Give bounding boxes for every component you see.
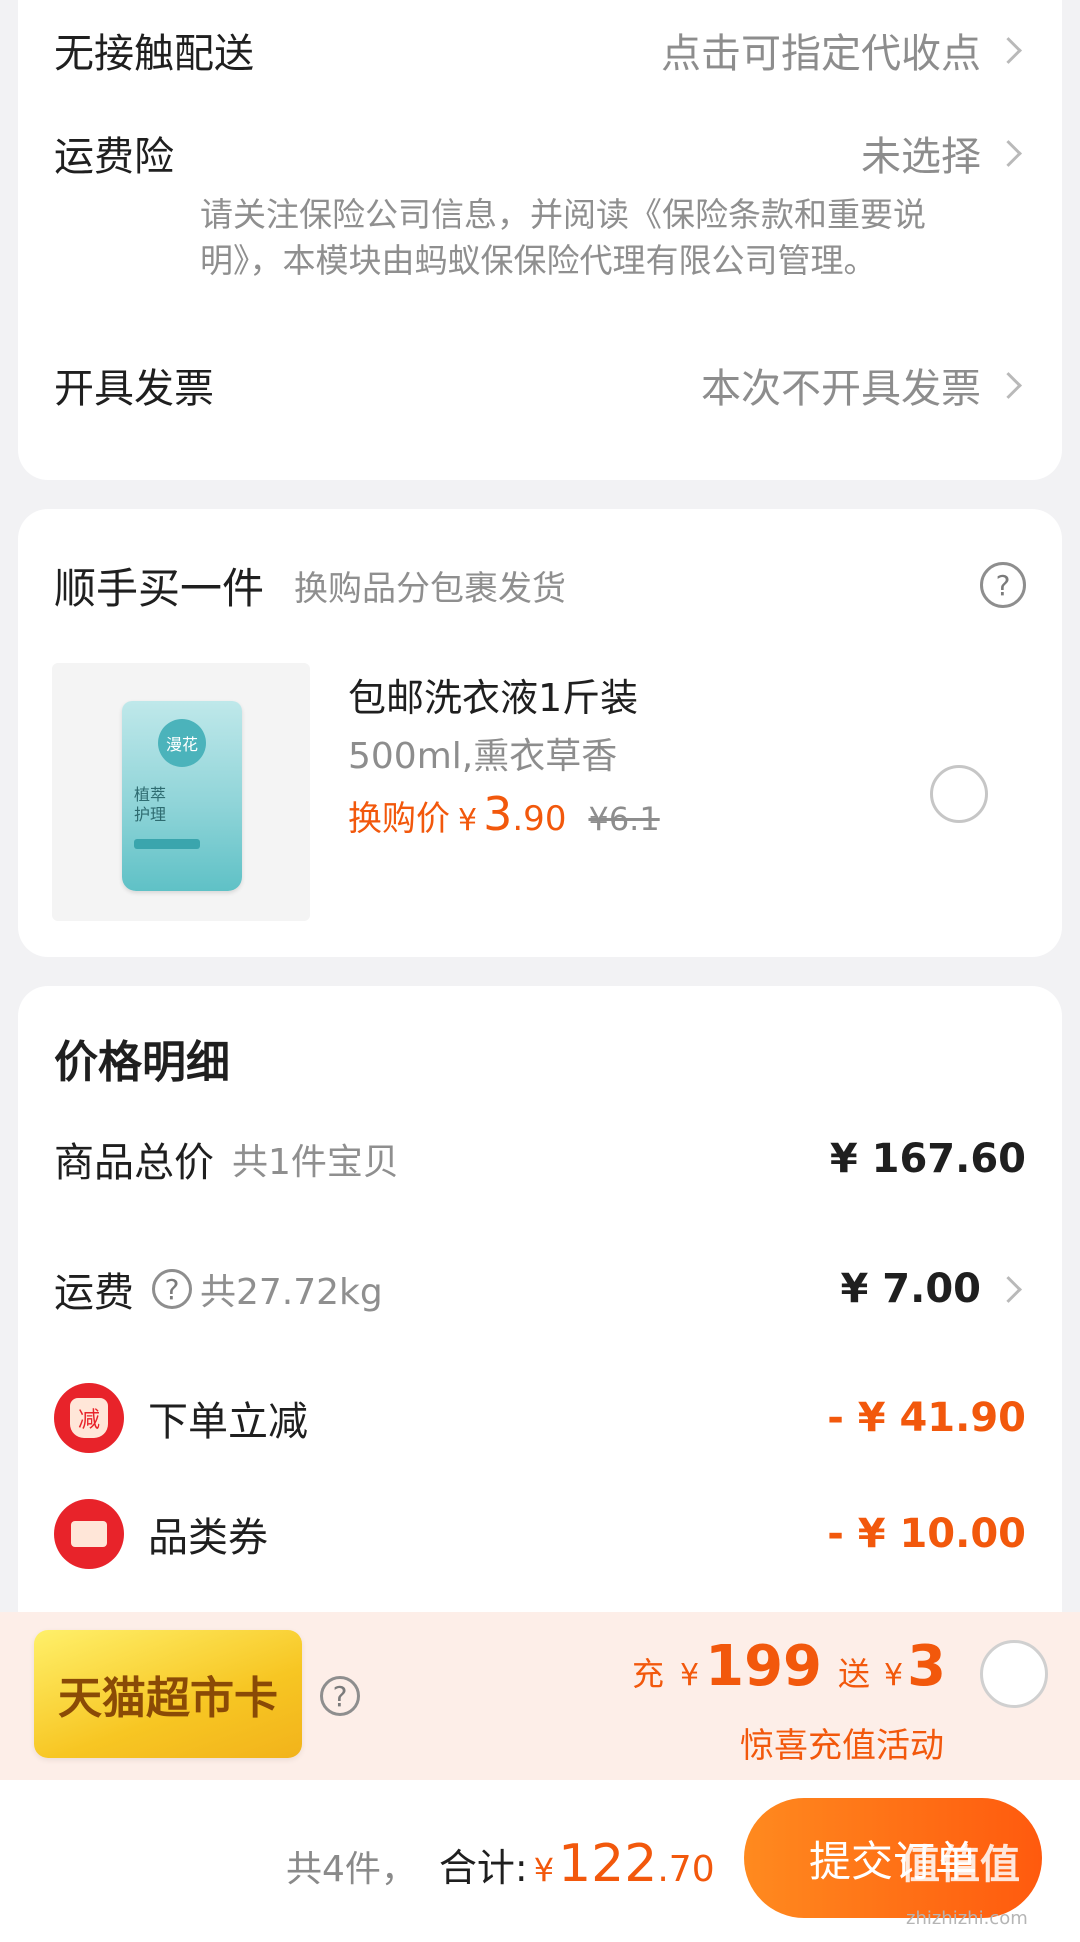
addon-header: 顺手买一件 换购品分包裹发货 ? xyxy=(54,551,1026,619)
shipping-weight: 共27.72kg xyxy=(200,1272,383,1313)
total-integer: 122 xyxy=(558,1834,658,1894)
charge-amount: 199 xyxy=(705,1634,823,1699)
pouch-brand-logo: 漫花 xyxy=(158,719,206,767)
shipping-insurance-value: 未选择 xyxy=(861,134,981,180)
total-label: 合计: xyxy=(438,1846,528,1890)
subtotal-value: ¥ 167.60 xyxy=(829,1136,1026,1182)
price-integer: 3 xyxy=(483,787,513,841)
subtotal-label: 商品总价 xyxy=(54,1140,214,1186)
product-name[interactable]: 包邮洗衣液1斤装 xyxy=(348,667,638,722)
watermark-url: zhizhizhi.com xyxy=(906,1908,1028,1929)
category-coupon-label: 品类券 xyxy=(148,1515,268,1561)
contactless-delivery-label: 无接触配送 xyxy=(54,31,254,77)
watermark-logo: 值值值 xyxy=(900,1842,1020,1888)
addon-select-radio[interactable] xyxy=(930,765,988,823)
footer-summary: 共4件， 合计: ¥ 122 .70 xyxy=(286,1834,715,1894)
subtotal-row: 商品总价 共1件宝贝 ¥ 167.60 xyxy=(54,1126,1026,1192)
contactless-delivery-value: 点击可指定代收点 xyxy=(661,31,981,77)
total-decimal: .70 xyxy=(657,1849,715,1890)
detergent-pouch-image: 漫花 植萃 护理 xyxy=(122,701,242,891)
coupon-ticket-shape xyxy=(71,1521,107,1547)
price-label: 换购价 xyxy=(348,799,450,839)
tmall-card-text: 天猫超市卡 xyxy=(58,1673,278,1724)
instant-discount-label: 下单立减 xyxy=(148,1399,308,1445)
gift-amount: 3 xyxy=(907,1634,947,1699)
invoice-row[interactable]: 开具发票 本次不开具发票 xyxy=(54,354,1026,416)
charge-currency: ¥ xyxy=(680,1658,700,1693)
subtotal-note: 共1件宝贝 xyxy=(232,1142,399,1183)
product-spec: 500ml,熏衣草香 xyxy=(348,736,618,777)
delivery-options-card: 无接触配送 点击可指定代收点 运费险 未选择 请关注保险公司信息，并阅读《保险条… xyxy=(18,0,1062,480)
product-image[interactable]: 漫花 植萃 护理 xyxy=(52,663,310,921)
shipping-insurance-row[interactable]: 运费险 未选择 xyxy=(54,122,1026,184)
chevron-right-icon xyxy=(995,1275,1022,1303)
original-price: ¥6.1 xyxy=(588,800,660,838)
chevron-right-icon xyxy=(995,139,1022,167)
instant-discount-value: - ¥ 41.90 xyxy=(827,1395,1026,1441)
price-detail-card: 价格明细 商品总价 共1件宝贝 ¥ 167.60 运费 ? 共27.72kg ¥… xyxy=(18,986,1062,1686)
addon-title: 顺手买一件 xyxy=(54,563,265,613)
price-decimal: .90 xyxy=(512,799,567,839)
shipping-value: ¥ 7.00 xyxy=(840,1266,981,1312)
price-currency: ¥ xyxy=(458,803,478,838)
recharge-caption: 惊喜充值活动 xyxy=(740,1726,944,1766)
pouch-label-2: 护理 xyxy=(134,805,167,824)
charge-prefix: 充 xyxy=(632,1655,665,1693)
shipping-insurance-label: 运费险 xyxy=(54,134,174,180)
coupon-icon xyxy=(54,1499,124,1569)
product-price: 换购价 ¥ 3 .90 ¥6.1 xyxy=(348,787,660,841)
item-count: 共4件， xyxy=(286,1849,417,1890)
tmall-card-badge[interactable]: 天猫超市卡 xyxy=(34,1630,302,1758)
recharge-offer: 充 ¥ 199 送 ¥ 3 xyxy=(632,1634,946,1699)
category-coupon-value: - ¥ 10.00 xyxy=(827,1511,1026,1557)
chevron-right-icon xyxy=(995,36,1022,64)
addon-purchase-card: 顺手买一件 换购品分包裹发货 ? 漫花 植萃 护理 包邮洗衣液1斤装 500ml… xyxy=(18,509,1062,957)
pouch-stripe xyxy=(134,839,200,849)
shipping-row[interactable]: 运费 ? 共27.72kg ¥ 7.00 xyxy=(54,1256,1026,1322)
promo-select-radio[interactable] xyxy=(980,1640,1048,1708)
contactless-delivery-row[interactable]: 无接触配送 点击可指定代收点 xyxy=(54,20,1026,80)
total-currency: ¥ xyxy=(533,1851,555,1889)
insurance-note: 请关注保险公司信息，并阅读《保险条款和重要说明》，本模块由蚂蚁保保险代理有限公司… xyxy=(200,195,926,280)
help-icon[interactable]: ? xyxy=(320,1676,360,1716)
gift-prefix: 送 xyxy=(838,1655,871,1693)
discount-icon: 减 xyxy=(54,1383,124,1453)
shipping-label: 运费 xyxy=(54,1270,134,1316)
gift-currency: ¥ xyxy=(884,1658,904,1693)
addon-subtitle: 换购品分包裹发货 xyxy=(294,568,567,609)
chevron-right-icon xyxy=(995,371,1022,399)
invoice-label: 开具发票 xyxy=(54,366,214,412)
help-icon[interactable]: ? xyxy=(152,1269,192,1309)
invoice-value: 本次不开具发票 xyxy=(701,366,981,412)
checkout-footer: 共4件， 合计: ¥ 122 .70 提交订单 值值值 zhizhizhi.co… xyxy=(0,1780,1080,1942)
category-coupon-row: 品类券 - ¥ 10.00 xyxy=(54,1498,1026,1570)
instant-discount-row: 减 下单立减 - ¥ 41.90 xyxy=(54,1382,1026,1454)
tmall-card-promo: 天猫超市卡 ? 充 ¥ 199 送 ¥ 3 惊喜充值活动 xyxy=(0,1612,1080,1780)
price-detail-title: 价格明细 xyxy=(54,1037,230,1088)
help-icon[interactable]: ? xyxy=(980,562,1026,608)
